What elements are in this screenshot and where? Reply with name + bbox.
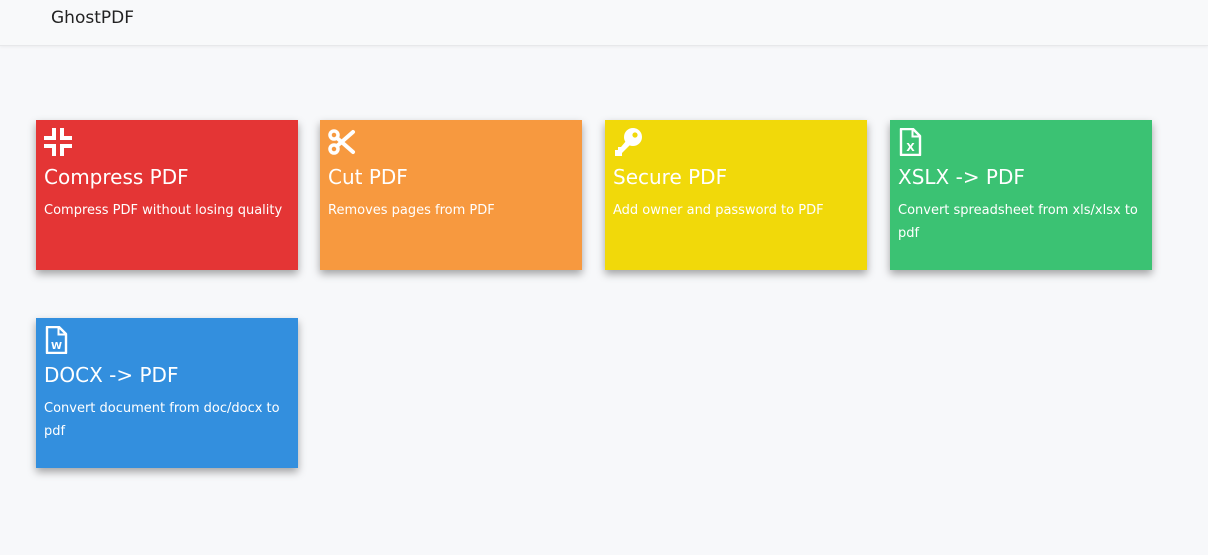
word-file-icon: W xyxy=(44,326,72,354)
card-cut-pdf[interactable]: Cut PDF Removes pages from PDF xyxy=(320,120,582,270)
card-title: Compress PDF xyxy=(44,165,189,189)
card-description: Removes pages from PDF xyxy=(328,203,495,218)
card-description: Compress PDF without losing quality xyxy=(44,203,283,218)
excel-file-icon: X xyxy=(898,128,926,156)
card-description: Convert document from doc/docx to pdf xyxy=(44,401,280,439)
brand-link[interactable]: GhostPDF xyxy=(51,8,134,28)
scissors-icon xyxy=(328,128,356,156)
card-title: Secure PDF xyxy=(613,165,728,189)
card-description: Add owner and password to PDF xyxy=(613,203,824,218)
svg-text:X: X xyxy=(906,141,915,154)
card-description: Convert spreadsheet from xls/xlsx to pdf xyxy=(898,203,1138,241)
card-secure-pdf[interactable]: Secure PDF Add owner and password to PDF xyxy=(605,120,867,270)
card-compress-pdf[interactable]: Compress PDF Compress PDF without losing… xyxy=(36,120,298,270)
key-icon xyxy=(613,128,642,156)
card-xlsx-to-pdf[interactable]: X XSLX -> PDF Convert spreadsheet from x… xyxy=(890,120,1152,270)
card-title: DOCX -> PDF xyxy=(44,363,179,387)
compress-icon xyxy=(44,128,72,156)
card-docx-to-pdf[interactable]: W DOCX -> PDF Convert document from doc/… xyxy=(36,318,298,468)
svg-text:W: W xyxy=(51,341,62,352)
card-title: XSLX -> PDF xyxy=(898,165,1025,189)
navbar: GhostPDF xyxy=(0,0,1208,46)
card-title: Cut PDF xyxy=(328,165,408,189)
